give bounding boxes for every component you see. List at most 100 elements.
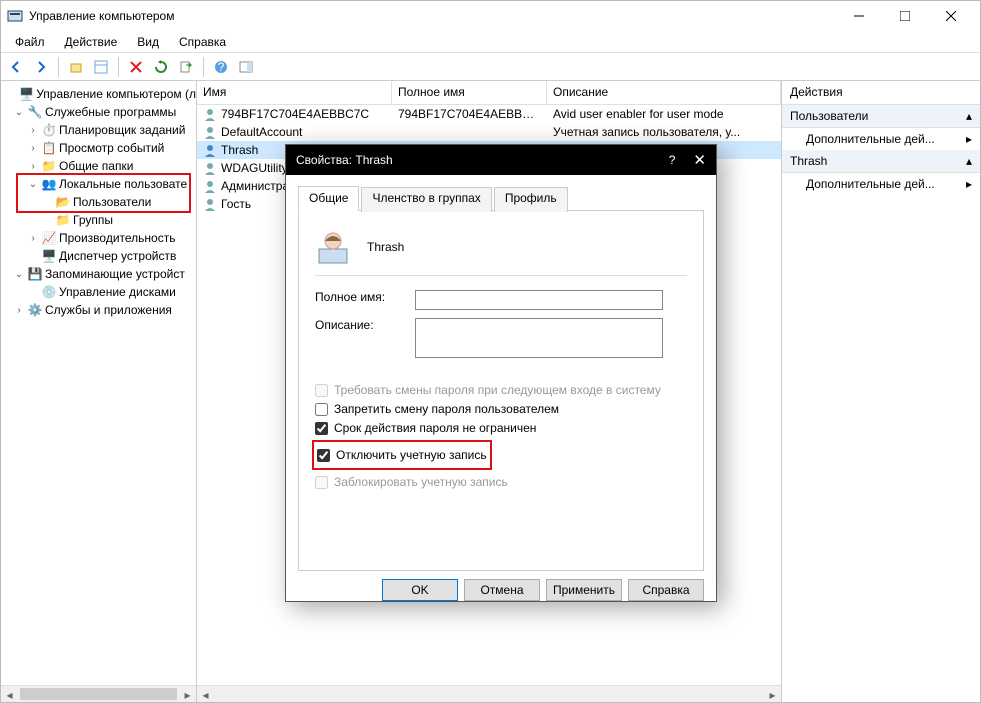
scroll-right-button[interactable]: ▸ (764, 686, 781, 703)
ok-button[interactable]: OK (382, 579, 458, 601)
tree-local-users[interactable]: Локальные пользовате (59, 177, 187, 191)
user-icon (203, 161, 217, 175)
collapse-icon: ▴ (966, 109, 972, 123)
checkbox-input[interactable] (315, 403, 328, 416)
column-fullname[interactable]: Полное имя (392, 81, 547, 104)
fullname-label: Полное имя: (315, 290, 415, 304)
tree-root[interactable]: Управление компьютером (л (36, 87, 196, 101)
menu-action[interactable]: Действие (55, 33, 128, 51)
device-icon: 🖥️ (41, 248, 57, 264)
folders-icon: 📁 (41, 158, 57, 174)
tab-membership[interactable]: Членство в группах (361, 187, 491, 212)
annotation-highlight: Отключить учетную запись (312, 440, 492, 470)
dialog-title: Свойства: Thrash (296, 153, 393, 167)
fullname-input[interactable] (415, 290, 663, 310)
tree-groups[interactable]: Группы (73, 213, 113, 227)
storage-icon: 💾 (27, 266, 43, 282)
list-row[interactable]: 794BF17C704E4AEBBC7C 794BF17C704E4AEBBC7… (197, 105, 781, 123)
checkbox-require-change: Требовать смены пароля при следующем вхо… (315, 383, 687, 397)
checkbox-account-disabled[interactable]: Отключить учетную запись (317, 448, 487, 462)
checkbox-input[interactable] (317, 449, 330, 462)
tree-performance[interactable]: Производительность (59, 231, 175, 245)
checkbox-account-locked: Заблокировать учетную запись (315, 475, 687, 489)
actions-section-thrash[interactable]: Thrash ▴ (782, 150, 980, 173)
help-icon[interactable]: ? (669, 153, 676, 167)
events-icon: 📋 (41, 140, 57, 156)
checkbox-input[interactable] (315, 422, 328, 435)
column-name[interactable]: Имя (197, 81, 392, 104)
show-hide-button[interactable] (235, 56, 257, 78)
computer-mgmt-icon: 🖥️ (19, 86, 35, 102)
actions-more-1[interactable]: Дополнительные дей... ▸ (782, 128, 980, 150)
forward-button[interactable] (30, 56, 52, 78)
close-button[interactable] (928, 1, 974, 31)
delete-button[interactable] (125, 56, 147, 78)
user-icon (203, 125, 217, 139)
checkbox-input (315, 476, 328, 489)
minimize-button[interactable] (836, 1, 882, 31)
titlebar: Управление компьютером (1, 1, 980, 31)
tools-icon: 🔧 (27, 104, 43, 120)
actions-section-users[interactable]: Пользователи ▴ (782, 105, 980, 128)
scrollbar-thumb[interactable] (20, 688, 177, 700)
dialog-titlebar[interactable]: Свойства: Thrash ? ✕ (286, 145, 716, 175)
tree-system-utilities[interactable]: Служебные программы (45, 105, 176, 119)
apply-button[interactable]: Применить (546, 579, 622, 601)
scroll-left-button[interactable]: ◂ (1, 686, 18, 702)
export-button[interactable] (175, 56, 197, 78)
properties-dialog: Свойства: Thrash ? ✕ Общие Членство в гр… (285, 144, 717, 602)
tab-profile[interactable]: Профиль (494, 187, 568, 212)
performance-icon: 📈 (41, 230, 57, 246)
toolbar: ? (1, 53, 980, 81)
checkbox-input (315, 384, 328, 397)
app-icon (7, 8, 23, 24)
properties-button[interactable] (90, 56, 112, 78)
maximize-button[interactable] (882, 1, 928, 31)
menu-help[interactable]: Справка (169, 33, 236, 51)
folder-icon: 📂 (55, 194, 71, 210)
scrollbar-track[interactable] (214, 686, 764, 702)
users-group-icon: 👥 (41, 176, 57, 192)
tree-task-scheduler[interactable]: Планировщик заданий (59, 123, 185, 137)
scheduler-icon: ⏱️ (41, 122, 57, 138)
folder-icon: 📁 (55, 212, 71, 228)
tree-users[interactable]: Пользователи (73, 195, 151, 209)
user-icon (203, 107, 217, 121)
checkbox-never-expires[interactable]: Срок действия пароля не ограничен (315, 421, 687, 435)
column-description[interactable]: Описание (547, 81, 781, 104)
list-row[interactable]: DefaultAccount Учетная запись пользовате… (197, 123, 781, 141)
help-button[interactable]: ? (210, 56, 232, 78)
user-avatar-icon (315, 229, 351, 265)
refresh-button[interactable] (150, 56, 172, 78)
scroll-left-button[interactable]: ◂ (197, 686, 214, 703)
menu-view[interactable]: Вид (127, 33, 169, 51)
help-button[interactable]: Справка (628, 579, 704, 601)
menu-file[interactable]: Файл (5, 33, 55, 51)
up-button[interactable] (65, 56, 87, 78)
scroll-right-button[interactable]: ▸ (179, 686, 196, 702)
disk-icon: 💿 (41, 284, 57, 300)
cancel-button[interactable]: Отмена (464, 579, 540, 601)
checkbox-cannot-change[interactable]: Запретить смену пароля пользователем (315, 402, 687, 416)
arrow-right-icon: ▸ (966, 177, 972, 191)
user-icon (203, 143, 217, 157)
menubar: Файл Действие Вид Справка (1, 31, 980, 53)
window-title: Управление компьютером (29, 9, 174, 23)
tree-event-viewer[interactable]: Просмотр событий (59, 141, 164, 155)
description-label: Описание: (315, 318, 415, 332)
tab-general[interactable]: Общие (298, 186, 359, 211)
tree-shared-folders[interactable]: Общие папки (59, 159, 133, 173)
tree-panel[interactable]: 🖥️Управление компьютером (л ⌄🔧Служебные … (1, 81, 197, 702)
arrow-right-icon: ▸ (966, 132, 972, 146)
actions-more-2[interactable]: Дополнительные дей... ▸ (782, 173, 980, 195)
back-button[interactable] (5, 56, 27, 78)
tree-storage[interactable]: Запоминающие устройст (45, 267, 185, 281)
collapse-icon: ▴ (966, 154, 972, 168)
actions-title: Действия (782, 81, 980, 105)
description-input[interactable] (415, 318, 663, 358)
user-icon (203, 179, 217, 193)
tree-services[interactable]: Службы и приложения (45, 303, 172, 317)
close-icon[interactable]: ✕ (693, 151, 706, 169)
tree-device-manager[interactable]: Диспетчер устройств (59, 249, 176, 263)
tree-disk-mgmt[interactable]: Управление дисками (59, 285, 176, 299)
